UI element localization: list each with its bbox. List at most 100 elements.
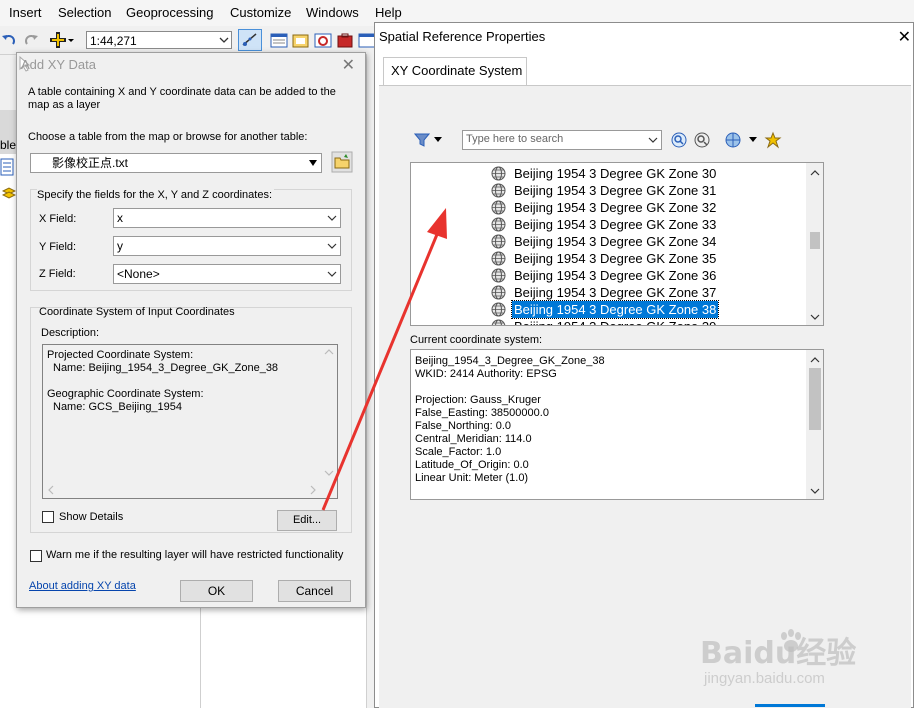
scroll-up-icon[interactable] xyxy=(324,348,334,356)
cs-group-label: Coordinate System of Input Coordinates xyxy=(39,306,235,318)
filter-dropdown-icon[interactable] xyxy=(434,137,442,143)
map-scale-combo[interactable]: 1:44,271 xyxy=(86,31,232,49)
description-vscrollbar[interactable] xyxy=(321,345,337,481)
cs-detail-line: WKID: 2414 Authority: EPSG xyxy=(415,368,557,380)
filter-icon[interactable] xyxy=(414,132,430,148)
edit-button[interactable]: Edit... xyxy=(277,510,337,531)
list-vscrollbar[interactable] xyxy=(806,163,823,325)
warn-checkbox[interactable] xyxy=(30,550,42,562)
scroll-down-icon[interactable] xyxy=(810,487,820,495)
dialog-title: Spatial Reference Properties xyxy=(379,29,546,44)
description-hscrollbar[interactable] xyxy=(43,482,321,498)
scroll-thumb[interactable] xyxy=(809,368,821,430)
cs-detail-line: False_Easting: 38500000.0 xyxy=(415,407,549,419)
cs-list-item-label: Beijing 1954 3 Degree GK Zone 39 xyxy=(512,318,718,325)
scroll-thumb[interactable] xyxy=(810,232,820,249)
search-input[interactable]: Type here to search xyxy=(462,130,662,150)
toc-tab[interactable]: ble xyxy=(0,110,16,154)
scroll-down-icon[interactable] xyxy=(324,469,334,477)
x-field-combo[interactable]: x xyxy=(113,208,341,228)
cancel-button[interactable]: Cancel xyxy=(278,580,351,602)
close-icon[interactable]: ✕ xyxy=(342,55,355,75)
show-details-label: Show Details xyxy=(59,511,124,523)
globe-icon xyxy=(491,319,506,325)
scroll-right-icon[interactable] xyxy=(309,485,317,495)
menu-geoprocessing[interactable]: Geoprocessing xyxy=(126,5,213,20)
add-data-icon[interactable] xyxy=(48,30,68,50)
globe-icon xyxy=(491,183,506,198)
menu-selection[interactable]: Selection xyxy=(58,5,111,20)
cs-list-item-label: Beijing 1954 3 Degree GK Zone 31 xyxy=(514,183,717,198)
globe-icon xyxy=(491,200,506,215)
show-details-checkbox[interactable] xyxy=(42,511,54,523)
add-data-dropdown-icon[interactable] xyxy=(66,30,76,50)
globe-add-icon[interactable] xyxy=(725,132,741,148)
watermark-url: jingyan.baidu.com xyxy=(704,670,825,687)
choose-table-label: Choose a table from the map or browse fo… xyxy=(28,131,308,143)
coordinate-system-list[interactable]: Beijing 1954 3 Degree GK Zone 30 Beijing … xyxy=(410,162,824,326)
list-by-drawing-order-icon[interactable] xyxy=(0,158,14,176)
cs-detail-line: False_Northing: 0.0 xyxy=(415,420,511,432)
details-vscrollbar[interactable] xyxy=(806,350,823,499)
x-field-label: X Field: xyxy=(39,213,77,225)
toc-tab-label: ble xyxy=(0,138,17,152)
current-cs-label: Current coordinate system: xyxy=(410,334,543,346)
scroll-up-icon[interactable] xyxy=(810,169,820,177)
table-combo-value: 影像校正点.txt xyxy=(52,156,129,170)
editor-tool-button[interactable] xyxy=(238,29,262,51)
globe-icon xyxy=(491,268,506,283)
clear-search-icon[interactable] xyxy=(694,132,710,148)
undo-icon[interactable] xyxy=(0,30,20,50)
globe-icon xyxy=(491,285,506,300)
add-xy-data-dialog: Add XY Data ✕ A table containing X and Y… xyxy=(16,52,366,608)
intro-line-2: map as a layer xyxy=(28,99,101,111)
layers-icon xyxy=(2,187,16,199)
menu-insert[interactable]: Insert xyxy=(9,5,42,20)
about-xy-link[interactable]: About adding XY data xyxy=(29,580,136,592)
description-box[interactable]: Projected Coordinate System: Name: Beiji… xyxy=(42,344,338,499)
scroll-left-icon[interactable] xyxy=(47,485,55,495)
intro-text: A table containing X and Y coordinate da… xyxy=(28,86,348,112)
z-field-combo[interactable]: <None> xyxy=(113,264,341,284)
browse-folder-icon[interactable] xyxy=(331,151,353,173)
tab-xy-coordinate-system[interactable]: XY Coordinate System xyxy=(383,57,527,85)
z-field-label: Z Field: xyxy=(39,268,76,280)
warn-label: Warn me if the resulting layer will have… xyxy=(46,549,344,561)
spatial-reference-dialog: Spatial Reference Properties ✕ Type here… xyxy=(374,22,914,708)
chevron-down-icon xyxy=(327,271,337,277)
menu-help[interactable]: Help xyxy=(375,5,402,20)
scroll-up-icon[interactable] xyxy=(810,356,820,364)
fields-group: Specify the fields for the X, Y and Z co… xyxy=(30,189,352,291)
chevron-down-icon xyxy=(219,37,229,43)
close-icon[interactable]: ✕ xyxy=(898,27,911,47)
table-window-icon[interactable] xyxy=(269,31,289,51)
cs-detail-line: Latitude_Of_Origin: 0.0 xyxy=(415,459,529,471)
redo-icon[interactable] xyxy=(20,30,40,50)
cs-list-item-label: Beijing 1954 3 Degree GK Zone 38 xyxy=(510,300,720,319)
table-combo[interactable]: 影像校正点.txt xyxy=(30,153,322,173)
chevron-down-icon xyxy=(327,215,337,221)
description-line: Name: Beijing_1954_3_Degree_GK_Zone_38 xyxy=(53,362,279,374)
y-field-combo[interactable]: y xyxy=(113,236,341,256)
cs-list-item-label: Beijing 1954 3 Degree GK Zone 36 xyxy=(514,268,717,283)
favorites-star-icon[interactable] xyxy=(764,131,782,149)
ok-button[interactable]: OK xyxy=(180,580,253,602)
watermark-brand: Baidu经验 xyxy=(700,636,857,671)
search-window-icon[interactable] xyxy=(313,31,333,51)
chevron-down-icon[interactable] xyxy=(648,135,658,145)
cs-list-item-label: Beijing 1954 3 Degree GK Zone 35 xyxy=(514,251,717,266)
current-cs-box[interactable]: Beijing_1954_3_Degree_GK_Zone_38 WKID: 2… xyxy=(410,349,824,500)
scroll-down-icon[interactable] xyxy=(810,313,820,321)
menu-customize[interactable]: Customize xyxy=(230,5,291,20)
intro-line-1: A table containing X and Y coordinate da… xyxy=(28,86,336,98)
catalog-icon[interactable] xyxy=(291,31,311,51)
cs-list-item-label: Beijing 1954 3 Degree GK Zone 30 xyxy=(514,166,717,181)
menu-windows[interactable]: Windows xyxy=(306,5,359,20)
coordinate-system-group: Coordinate System of Input Coordinates D… xyxy=(30,306,352,533)
globe-dropdown-icon[interactable] xyxy=(749,137,757,143)
arctoolbox-icon[interactable] xyxy=(335,31,355,51)
cs-detail-line: Beijing_1954_3_Degree_GK_Zone_38 xyxy=(415,355,605,367)
globe-icon xyxy=(491,251,506,266)
cs-detail-line: Projection: Gauss_Kruger xyxy=(415,394,541,406)
search-icon[interactable] xyxy=(671,132,687,148)
